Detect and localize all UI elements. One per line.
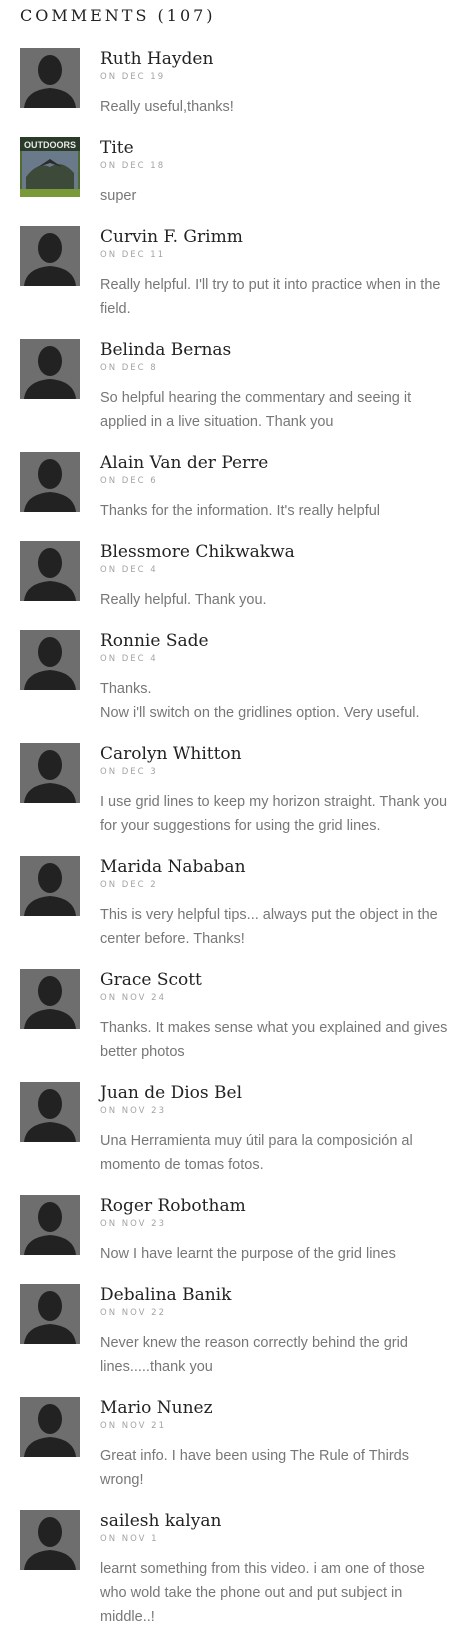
outdoors-logo-text: OUTDOORS — [24, 140, 76, 150]
comment-date: ON NOV 24 — [100, 993, 166, 1003]
comment-author[interactable]: Belinda Bernas — [100, 339, 231, 361]
default-avatar-icon — [20, 1195, 80, 1255]
comment-text: Really useful,thanks! — [100, 99, 234, 115]
comment-author[interactable]: sailesh kalyan — [100, 1510, 221, 1532]
comment-text: Thanks for the information. It's really … — [100, 503, 381, 519]
comment-author[interactable]: Ruth Hayden — [100, 48, 213, 70]
comment-date: ON DEC 2 — [100, 880, 158, 890]
comment-date: ON DEC 6 — [100, 476, 158, 486]
default-avatar-icon — [20, 1510, 80, 1570]
comment-author[interactable]: Ronnie Sade — [100, 630, 209, 652]
comment-author[interactable]: Carolyn Whitton — [100, 743, 242, 765]
comment-text: Una Herramienta muy útil para la composi… — [100, 1133, 413, 1173]
default-avatar-icon — [20, 226, 80, 286]
comment-date: ON NOV 23 — [100, 1219, 166, 1229]
default-avatar-icon — [20, 541, 80, 601]
comment-author[interactable]: Debalina Banik — [100, 1284, 231, 1306]
default-avatar-icon — [20, 1397, 80, 1457]
comment-date: ON NOV 23 — [100, 1106, 166, 1116]
default-avatar-icon — [20, 969, 80, 1029]
default-avatar-icon — [20, 48, 80, 108]
comment-date: ON DEC 19 — [100, 72, 166, 82]
comment-text: Thanks. It makes sense what you explaine… — [100, 1020, 448, 1060]
comment-text: learnt something from this video. i am o… — [100, 1561, 425, 1625]
comment-date: ON DEC 18 — [100, 161, 166, 171]
default-avatar-icon — [20, 452, 80, 512]
comment-author[interactable]: Alain Van der Perre — [100, 452, 268, 474]
default-avatar-icon — [20, 339, 80, 399]
comment-author[interactable]: Curvin F. Grimm — [100, 226, 243, 248]
comment-date: ON DEC 8 — [100, 363, 158, 373]
default-avatar-icon — [20, 630, 80, 690]
comment-date: ON DEC 4 — [100, 654, 158, 664]
comment-text: So helpful hearing the commentary and se… — [100, 390, 412, 430]
comment-author[interactable]: Roger Robotham — [100, 1195, 246, 1217]
comment-text: Now I have learnt the purpose of the gri… — [100, 1246, 396, 1262]
comments-heading: COMMENTS (107) — [20, 6, 216, 25]
comment-author[interactable]: Juan de Dios Bel — [100, 1082, 242, 1104]
comment-text: Thanks. Now i'll switch on the gridlines… — [100, 681, 420, 721]
comment-date: ON NOV 22 — [100, 1308, 166, 1318]
outdoors-avatar-icon: OUTDOORS — [20, 137, 80, 197]
comment-text: Really helpful. Thank you. — [100, 592, 267, 608]
comment-author[interactable]: Blessmore Chikwakwa — [100, 541, 295, 563]
comment-author[interactable]: Grace Scott — [100, 969, 202, 991]
comment-date: ON DEC 3 — [100, 767, 158, 777]
comment-text: super — [100, 188, 137, 204]
comment-text: I use grid lines to keep my horizon stra… — [100, 794, 448, 834]
comment-text: Really helpful. I'll try to put it into … — [100, 277, 441, 317]
comment-date: ON DEC 11 — [100, 250, 166, 260]
comment-date: ON NOV 21 — [100, 1421, 166, 1431]
comment-text: This is very helpful tips... always put … — [100, 907, 438, 947]
comment-author[interactable]: Mario Nunez — [100, 1397, 213, 1419]
comment-text: Great info. I have been using The Rule o… — [100, 1448, 409, 1488]
comment-date: ON NOV 1 — [100, 1534, 159, 1544]
default-avatar-icon — [20, 1082, 80, 1142]
default-avatar-icon — [20, 743, 80, 803]
comment-date: ON DEC 4 — [100, 565, 158, 575]
default-avatar-icon — [20, 1284, 80, 1344]
comment-author[interactable]: Tite — [100, 137, 134, 159]
comment-author[interactable]: Marida Nababan — [100, 856, 246, 878]
comment-text: Never knew the reason correctly behind t… — [100, 1335, 408, 1375]
default-avatar-icon — [20, 856, 80, 916]
